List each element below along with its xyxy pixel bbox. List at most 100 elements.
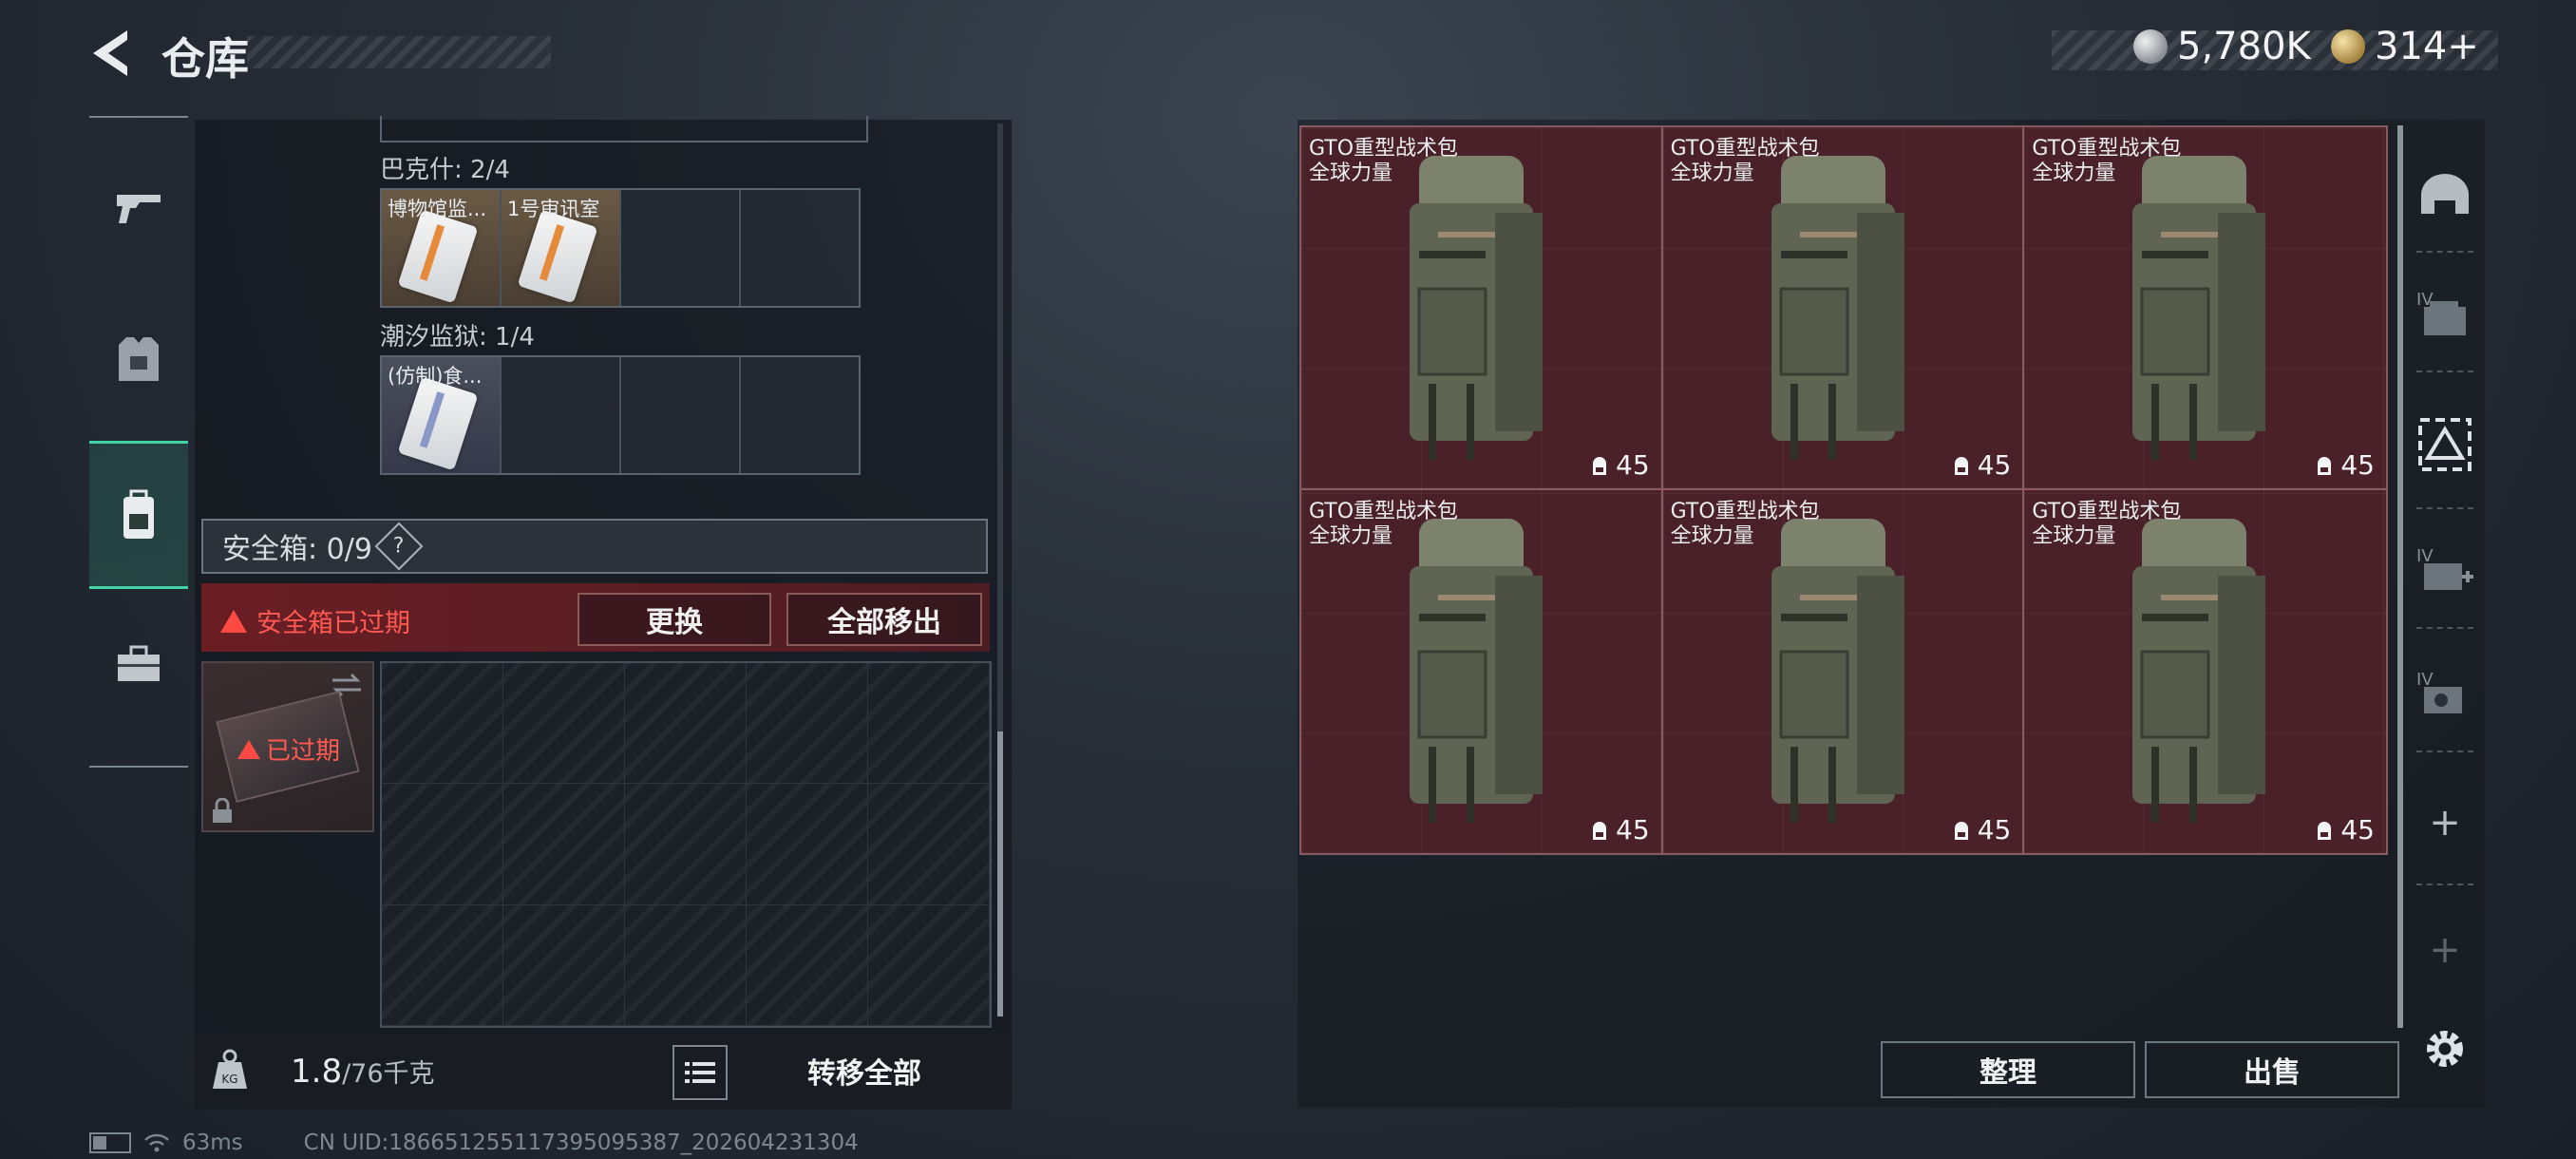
gear-icon (2427, 1031, 2463, 1067)
category-nav (89, 116, 188, 768)
list-icon (685, 1062, 715, 1083)
row-label-tidal-prison: 潮汐监狱: 1/4 (380, 323, 535, 352)
nav-armor[interactable] (89, 289, 188, 431)
bag-tier-icon: IV (2416, 290, 2466, 335)
tier-iv-tool-filter[interactable]: IV (2407, 656, 2483, 732)
silver-amount: 5,780K (2177, 25, 2311, 68)
weight-capacity: /76千克 (342, 1059, 435, 1089)
capacity-icon (1954, 456, 1968, 475)
weight-value: 1.8 (291, 1053, 343, 1091)
backpack-item-icon (1410, 156, 1543, 460)
item-subtitle: 全球力量 (2032, 162, 2116, 185)
inventory-item[interactable]: GTO重型战术包 全球力量 45 (2024, 490, 2386, 853)
settings-button[interactable] (2407, 1011, 2483, 1087)
item-name: 博物馆监... (388, 198, 487, 220)
capacity-badge: 45 (1951, 814, 2011, 846)
backpack-icon (123, 489, 154, 539)
lock-icon (213, 798, 232, 823)
warning-icon (237, 739, 260, 759)
nav-supplies[interactable] (89, 593, 188, 735)
capacity-icon (1593, 456, 1607, 475)
safe-box-count: 安全箱: 0/9 (222, 533, 372, 566)
capacity-badge: 45 (2314, 814, 2375, 846)
gold-coin-icon (2331, 29, 2365, 64)
empty-slot[interactable] (502, 357, 621, 473)
item-subtitle: 全球力量 (1670, 162, 1754, 185)
capacity-badge: 45 (1951, 449, 2011, 481)
inventory-item[interactable]: GTO重型战术包 全球力量 45 (2024, 127, 2386, 490)
safe-box-header: 安全箱: 0/9 ? (201, 519, 988, 574)
status-bar: 63ms CN UID:1866512551173950953​87_20260… (89, 1130, 859, 1155)
back-arrow-icon[interactable] (85, 25, 142, 82)
capacity-badge: 45 (1589, 814, 1650, 846)
item-subtitle: 全球力量 (1309, 162, 1393, 185)
item-subtitle: 全球力量 (2032, 524, 2116, 548)
inventory-item[interactable]: GTO重型战术包 全球力量 45 (1662, 490, 2025, 853)
empty-slot[interactable] (741, 357, 859, 473)
silver-coin-icon (2133, 29, 2168, 64)
capacity-badge: 45 (2314, 449, 2375, 481)
tier-iv-medkit-filter[interactable]: IV (2407, 532, 2483, 608)
transfer-all-button[interactable]: 转移全部 (735, 1045, 994, 1096)
uid-text: CN UID:1866512551173950953​87_2026042313… (303, 1130, 859, 1155)
armor-vest-icon (119, 337, 159, 381)
storage-scroll-thumb[interactable] (997, 732, 1003, 1016)
capacity-icon (1593, 821, 1607, 840)
wifi-icon (144, 1133, 169, 1152)
item-name: 1号审讯室 (507, 198, 600, 220)
keycard-icon (517, 209, 598, 304)
key-card-slot[interactable]: 博物馆监... (382, 190, 502, 306)
toolbox-icon (118, 645, 160, 681)
expired-notice: 安全箱已过期 (220, 602, 410, 639)
gold-currency[interactable]: 314+ (2331, 25, 2479, 68)
tier-iv-bag-filter[interactable]: IV (2407, 276, 2483, 352)
helmet-filter[interactable] (2407, 156, 2483, 232)
svg-text:IV: IV (2416, 670, 2434, 690)
row-label-bakshi: 巴克什: 2/4 (380, 156, 510, 184)
expired-status: 已过期 (237, 732, 340, 767)
help-icon[interactable]: ? (374, 522, 424, 571)
key-card-slot[interactable]: 1号审讯室 (502, 190, 621, 306)
inventory-scrollbar[interactable] (2397, 125, 2403, 1028)
remove-all-button[interactable]: 全部移出 (786, 593, 982, 646)
replace-button[interactable]: 更换 (578, 593, 771, 646)
item-name: (仿制)食... (388, 365, 483, 388)
nav-backpack[interactable] (89, 441, 188, 589)
backpack-item-icon (2132, 156, 2266, 460)
empty-slot[interactable] (621, 190, 741, 306)
nav-weapons[interactable] (89, 137, 188, 279)
inventory-item[interactable]: GTO重型战术包 全球力量 45 (1301, 490, 1663, 853)
safe-box-grid (380, 661, 992, 1028)
weight-readout: 1.8/76千克 (291, 1053, 435, 1091)
svg-text:KG: KG (221, 1073, 237, 1086)
empty-slot[interactable] (741, 190, 859, 306)
previous-row-slots (380, 116, 868, 142)
add-tab-button-disabled[interactable]: + (2407, 912, 2483, 988)
slot-row-tidal-prison: (仿制)食... (380, 355, 861, 475)
silver-currency[interactable]: 5,780K (2133, 25, 2311, 68)
weight-icon: KG (211, 1049, 249, 1094)
empty-slot[interactable] (621, 357, 741, 473)
capacity-icon (2318, 821, 2332, 840)
backpack-item-icon (1771, 156, 1904, 460)
sort-button[interactable]: 整理 (1881, 1041, 2135, 1098)
capacity-icon (1954, 821, 1968, 840)
ping-value: 63ms (182, 1130, 243, 1155)
inventory-item[interactable]: GTO重型战术包 全球力量 45 (1662, 127, 2025, 490)
gun-icon (117, 195, 161, 223)
keycard-icon (397, 376, 479, 471)
key-card-slot[interactable]: (仿制)食... (382, 357, 502, 473)
sell-button[interactable]: 出售 (2145, 1041, 2399, 1098)
backpack-filter[interactable] (2407, 407, 2483, 483)
add-tab-button[interactable]: + (2407, 785, 2483, 861)
backpack-item-icon (2132, 519, 2266, 823)
backpack-frame-icon (2418, 418, 2472, 471)
safe-box-slot[interactable]: 已过期 (201, 661, 374, 832)
battery-icon (89, 1132, 131, 1153)
list-view-button[interactable] (672, 1045, 728, 1100)
title-decoration (247, 36, 551, 68)
svg-text:IV: IV (2416, 546, 2434, 566)
gold-amount: 314+ (2375, 25, 2479, 68)
backpack-item-icon (1410, 519, 1543, 823)
inventory-item[interactable]: GTO重型战术包 全球力量 45 (1301, 127, 1663, 490)
